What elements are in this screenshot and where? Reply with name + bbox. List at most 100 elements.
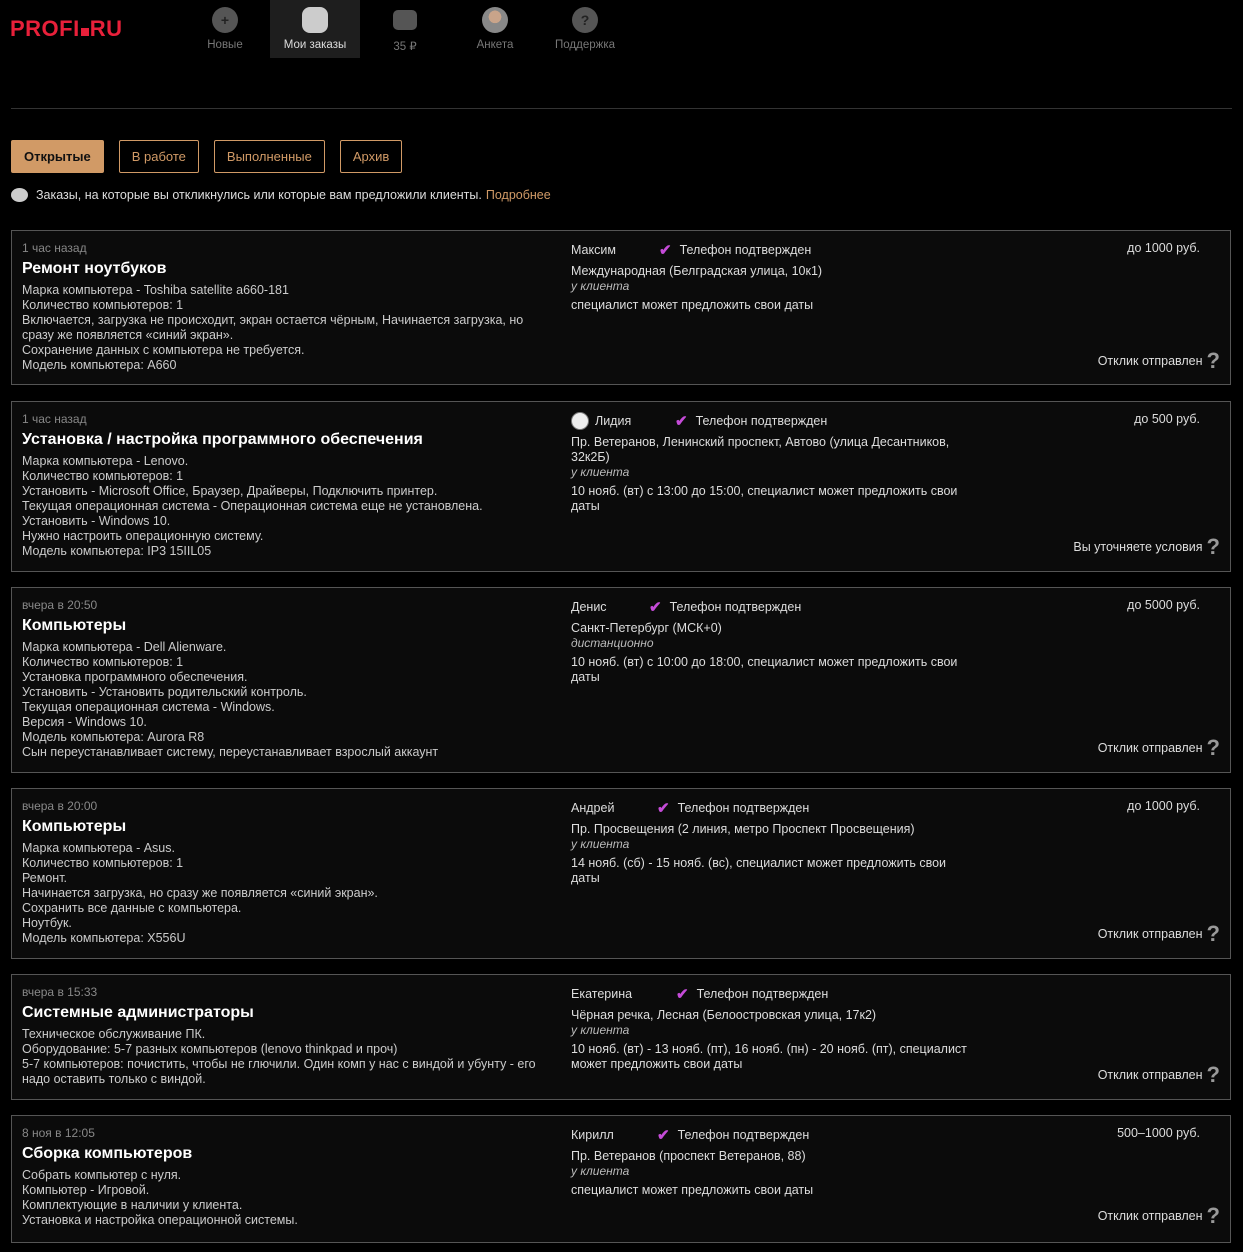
tab-archive[interactable]: Архив — [339, 140, 403, 173]
tab-open[interactable]: Открытые — [11, 140, 104, 173]
address-line: Пр. Ветеранов, Ленинский проспект, Автов… — [571, 435, 950, 449]
order-description-line: Установка программного обеспечения. — [22, 670, 248, 684]
question-icon[interactable]: ? — [1207, 737, 1220, 759]
info-line: Заказы, на которые вы откликнулись или к… — [11, 188, 551, 202]
client-name: Максим — [571, 243, 616, 257]
address-line: 32к2Б) — [571, 450, 610, 464]
avatar-icon — [482, 7, 508, 33]
plus-stack-icon: + — [212, 7, 238, 33]
nav-support[interactable]: ? Поддержка — [540, 0, 630, 58]
order-card[interactable]: вчера в 20:00 Компьютеры Марка компьютер… — [11, 788, 1231, 959]
order-main: 8 ноя в 12:05 Сборка компьютеров Собрать… — [22, 1126, 562, 1228]
order-description-line: Количество компьютеров: 1 — [22, 469, 184, 483]
order-description-line: Количество компьютеров: 1 — [22, 655, 184, 669]
order-title[interactable]: Ремонт ноутбуков — [22, 260, 562, 278]
service-dates: специалист может предложить свои даты — [571, 298, 981, 313]
order-card[interactable]: вчера в 15:33 Системные администраторы Т… — [11, 974, 1231, 1100]
order-description-line: Техническое обслуживание ПК. — [22, 1027, 206, 1041]
tab-in-progress[interactable]: В работе — [118, 140, 199, 173]
question-icon[interactable]: ? — [1207, 923, 1220, 945]
order-description-line: Сын переустанавливает систему, переустан… — [22, 745, 439, 759]
response-status: Отклик отправлен ? — [1098, 350, 1220, 372]
question-icon[interactable]: ? — [1207, 1064, 1220, 1086]
order-card[interactable]: 8 ноя в 12:05 Сборка компьютеров Собрать… — [11, 1115, 1231, 1243]
order-description-line: Установить - Установить родительский кон… — [22, 685, 307, 699]
client-name: Екатерина — [571, 987, 633, 1001]
client-row: Кирилл ✔ Телефон подтвержден — [571, 1126, 981, 1144]
client-address: Пр. Просвещения (2 линия, метро Проспект… — [571, 822, 981, 837]
status-text: Отклик отправлен — [1097, 1068, 1203, 1082]
address-line: Международная (Белградская улица, 10к1) — [571, 264, 823, 278]
service-dates: 10 нояб. (вт) с 13:00 до 15:00, специали… — [571, 484, 981, 514]
nav-my-orders[interactable]: Мои заказы — [270, 0, 360, 58]
order-price: до 1000 руб. — [1127, 241, 1200, 255]
check-icon: ✔ — [657, 1127, 670, 1144]
nav-new[interactable]: + Новые — [180, 0, 270, 58]
info-text: Заказы, на которые вы откликнулись или к… — [36, 188, 482, 202]
more-link[interactable]: Подробнее — [486, 188, 551, 202]
dates-line: даты — [571, 670, 600, 684]
client-address: Международная (Белградская улица, 10к1) — [571, 264, 981, 279]
order-description-line: Модель компьютера: Aurora R8 — [22, 730, 205, 744]
client-address: Чёрная речка, Лесная (Белоостровская ули… — [571, 1008, 981, 1023]
client-row: Максим ✔ Телефон подтвержден — [571, 241, 981, 259]
order-description-line: Начинается загрузка, но сразу же появляе… — [22, 886, 378, 900]
order-description-line: Собрать компьютер с нуля. — [22, 1168, 182, 1182]
phone-verified: Телефон подтвержден — [669, 600, 802, 614]
client-row: Лидия ✔ Телефон подтвержден — [571, 412, 981, 430]
question-icon[interactable]: ? — [1207, 1205, 1220, 1227]
order-tabs: Открытые В работе Выполненные Архив — [11, 140, 417, 173]
nav-label: Мои заказы — [283, 39, 347, 51]
order-title[interactable]: Системные администраторы — [22, 1004, 562, 1022]
question-icon[interactable]: ? — [1207, 536, 1220, 558]
order-description-line: Нужно настроить операционную систему. — [22, 529, 264, 543]
order-description-line: Компьютер - Игровой. — [22, 1183, 150, 1197]
order-title[interactable]: Компьютеры — [22, 617, 562, 635]
address-line: Чёрная речка, Лесная (Белоостровская ули… — [571, 1008, 877, 1022]
dates-line: 10 нояб. (вт) с 13:00 до 15:00, специали… — [571, 484, 958, 498]
help-icon: ? — [572, 7, 598, 33]
profi-logo[interactable]: PROFI RU — [10, 16, 123, 42]
logo-text-left: PROFI — [10, 16, 80, 41]
nav-wallet[interactable]: 35 ₽ — [360, 0, 450, 58]
order-title[interactable]: Установка / настройка программного обесп… — [22, 431, 562, 449]
order-title[interactable]: Компьютеры — [22, 818, 562, 836]
order-price: до 1000 руб. — [1127, 799, 1200, 813]
phone-verified: Телефон подтвержден — [677, 801, 810, 815]
check-icon: ✔ — [649, 599, 662, 616]
order-card[interactable]: 1 час назад Ремонт ноутбуков Марка компь… — [11, 230, 1231, 385]
order-description-line: Количество компьютеров: 1 — [22, 298, 184, 312]
response-status: Отклик отправлен ? — [1098, 923, 1220, 945]
address-line: Пр. Просвещения (2 линия, метро Проспект… — [571, 822, 915, 836]
header-divider — [11, 108, 1232, 109]
address-line: Пр. Ветеранов (проспект Ветеранов, 88) — [571, 1149, 806, 1163]
tab-completed[interactable]: Выполненные — [213, 140, 325, 173]
client-address: Пр. Ветеранов, Ленинский проспект, Автов… — [571, 435, 981, 465]
order-price: 500–1000 руб. — [1117, 1126, 1200, 1140]
order-description-line: Оборудование: 5-7 разных компьютеров (le… — [22, 1042, 398, 1056]
logo-text-right: RU — [89, 16, 123, 41]
logo-dot-icon — [80, 28, 89, 36]
service-place: дистанционно — [571, 636, 654, 650]
response-status: Отклик отправлен ? — [1097, 1064, 1220, 1086]
order-card[interactable]: 1 час назад Установка / настройка програ… — [11, 401, 1231, 572]
order-description-line: Установить - Microsoft Office, Браузер, … — [22, 484, 438, 498]
nav-label: Новые — [207, 39, 243, 51]
question-icon[interactable]: ? — [1207, 350, 1220, 372]
client-info: Андрей ✔ Телефон подтвержден Пр. Просвещ… — [571, 799, 981, 886]
order-description-line: Ремонт. — [22, 871, 68, 885]
dates-line: 14 нояб. (сб) - 15 нояб. (вс), специалис… — [571, 856, 947, 870]
order-main: 1 час назад Установка / настройка програ… — [22, 412, 562, 559]
order-title[interactable]: Сборка компьютеров — [22, 1145, 562, 1163]
client-info: Максим ✔ Телефон подтвержден Международн… — [571, 241, 981, 313]
status-text: Отклик отправлен — [1097, 1209, 1203, 1223]
order-description-line: Марка компьютера - Lenovo. — [22, 454, 189, 468]
order-card[interactable]: вчера в 20:50 Компьютеры Марка компьютер… — [11, 587, 1231, 773]
nav-profile[interactable]: Анкета — [450, 0, 540, 58]
order-description-line: Сохранить все данные с компьютера. — [22, 901, 242, 915]
dates-line: специалист может предложить свои даты — [571, 298, 814, 312]
order-description-line: Комплектующие в наличии у клиента. — [22, 1198, 243, 1212]
order-description-line: Установка и настройка операционной систе… — [22, 1213, 298, 1227]
order-description-line: Модель компьютера: A660 — [22, 358, 177, 372]
order-description-line: Количество компьютеров: 1 — [22, 856, 184, 870]
